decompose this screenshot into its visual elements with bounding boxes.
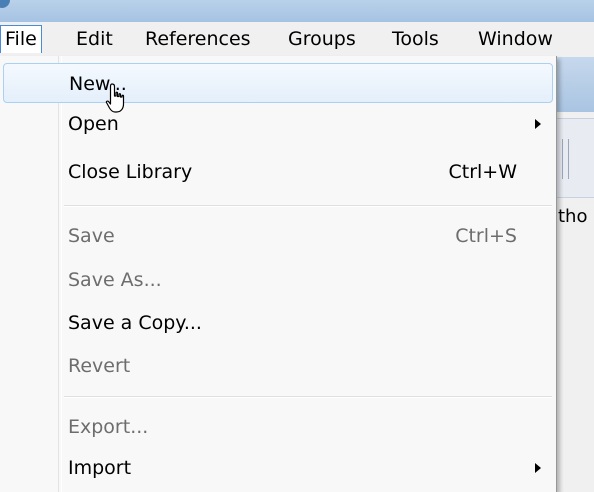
mouse-pointer-icon <box>105 83 125 113</box>
menu-edit[interactable]: Edit <box>72 25 117 53</box>
background-toolbar-strip <box>556 118 594 198</box>
window-titlebar <box>0 0 594 22</box>
menu-item-close-library[interactable]: Close Library Ctrl+W <box>3 152 553 192</box>
menu-window[interactable]: Window <box>474 25 557 53</box>
menu-bar: File Edit References Groups Tools Window <box>0 22 594 57</box>
menu-item-save-as: Save As... <box>3 260 553 300</box>
menu-item-open[interactable]: Open <box>3 104 553 144</box>
menu-item-shortcut: Ctrl+S <box>455 225 517 247</box>
menu-item-label: Save <box>68 225 115 247</box>
toolbar-separator <box>568 139 569 179</box>
menu-file[interactable]: File <box>0 25 42 53</box>
menu-item-label: Save a Copy... <box>68 312 202 334</box>
column-header-fragment: tho <box>558 206 588 227</box>
menu-item-label: Close Library <box>68 161 193 183</box>
toolbar-separator <box>562 139 563 179</box>
menu-item-shortcut: Ctrl+W <box>448 161 517 183</box>
menu-item-label: Revert <box>68 355 131 377</box>
menu-item-label: Save As... <box>68 269 162 291</box>
menu-separator <box>64 396 552 398</box>
background-toolbar <box>556 57 594 112</box>
menu-tools[interactable]: Tools <box>388 25 443 53</box>
menu-item-revert: Revert <box>3 346 553 386</box>
menu-groups[interactable]: Groups <box>284 25 360 53</box>
menu-item-save-a-copy[interactable]: Save a Copy... <box>3 303 553 343</box>
menu-item-new[interactable]: New... <box>3 63 553 103</box>
file-menu-dropdown: New... Open Close Library Ctrl+W Save Ct… <box>0 56 557 492</box>
submenu-arrow-icon <box>535 463 541 473</box>
app-icon <box>0 0 10 8</box>
menu-item-save: Save Ctrl+S <box>3 216 553 256</box>
menu-item-export: Export... <box>3 407 553 447</box>
menu-separator <box>64 205 552 207</box>
submenu-arrow-icon <box>535 119 541 129</box>
menu-item-label: Import <box>68 457 132 479</box>
menu-item-import[interactable]: Import <box>3 448 553 488</box>
menu-item-label: Export... <box>68 416 149 438</box>
menu-references[interactable]: References <box>141 25 255 53</box>
